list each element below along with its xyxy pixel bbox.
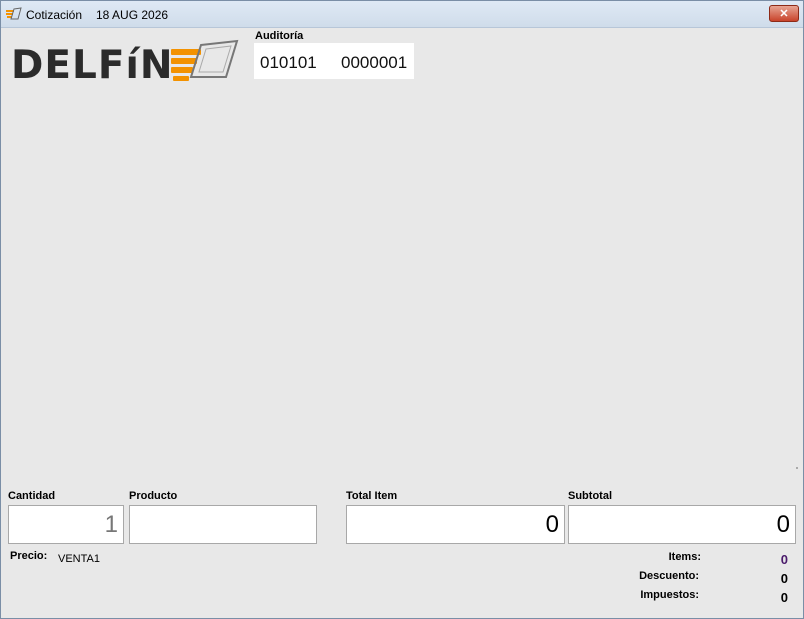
cantidad-label: Cantidad: [8, 490, 56, 502]
items-value: 0: [780, 552, 788, 567]
delfin-logo: DELFíN: [11, 39, 241, 88]
cantidad-field-box[interactable]: [8, 505, 124, 544]
subtotal-field-box[interactable]: [568, 505, 796, 544]
cantidad-input[interactable]: [9, 506, 123, 543]
resize-dot: [796, 467, 798, 469]
descuento-value: 0: [780, 571, 788, 586]
precio-label: Precio:: [10, 550, 48, 562]
close-icon: ✕: [779, 8, 789, 20]
descuento-label: Descuento:: [639, 570, 699, 582]
producto-label: Producto: [129, 490, 178, 502]
precio-value: VENTA1: [58, 553, 100, 565]
items-label: Items:: [668, 551, 701, 563]
subtotal-label: Subtotal: [568, 490, 612, 502]
window-date: 18 AUG 2026: [96, 8, 169, 22]
producto-field-box[interactable]: [129, 505, 317, 544]
producto-input[interactable]: [130, 506, 316, 543]
auditoria-value-2: 0000001: [341, 53, 408, 72]
title-bar[interactable]: Cotización 18 AUG 2026 ✕: [1, 1, 803, 28]
window-title: Cotización: [26, 8, 83, 22]
logo-mark-icon: [171, 39, 239, 81]
impuestos-label: Impuestos:: [640, 589, 699, 601]
auditoria-label: Auditoría: [255, 30, 304, 42]
auditoria-value-1: 010101: [260, 53, 317, 72]
impuestos-value: 0: [780, 590, 788, 605]
total-item-label: Total Item: [346, 490, 398, 502]
app-window: Cotización 18 AUG 2026 ✕ DELFíN Auditorí…: [0, 0, 804, 619]
auditoria-box: 010101 0000001: [254, 43, 414, 79]
total-item-field-box[interactable]: [346, 505, 565, 544]
logo-text: DELFíN: [11, 43, 174, 88]
total-item-input[interactable]: [347, 506, 564, 543]
subtotal-input[interactable]: [569, 506, 795, 543]
close-button[interactable]: ✕: [769, 5, 799, 22]
app-icon: [6, 7, 22, 20]
